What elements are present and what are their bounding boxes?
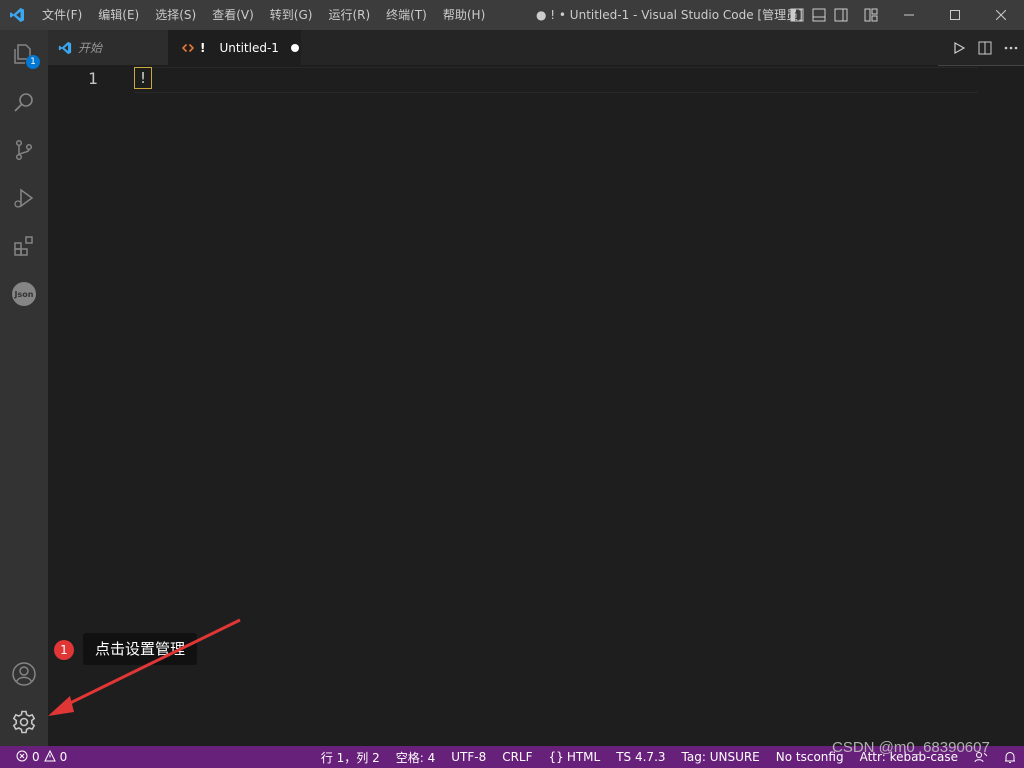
search-icon[interactable] [0, 78, 48, 126]
explorer-badge: 1 [26, 55, 40, 69]
indentation[interactable]: 空格: 4 [388, 749, 444, 766]
toggle-primary-sidebar-icon[interactable] [788, 0, 806, 30]
watermark: CSDN @m0_68390607 [832, 739, 990, 756]
customize-layout-icon[interactable] [862, 0, 880, 30]
layout-controls [788, 0, 880, 30]
error-count: 0 [32, 750, 40, 764]
tab-untitled-1[interactable]: ! Untitled-1 [168, 30, 301, 65]
notifications-bell-icon[interactable] [996, 751, 1024, 764]
menu-file[interactable]: 文件(F) [34, 0, 90, 30]
split-editor-icon[interactable] [972, 30, 998, 65]
annotation-number: 1 [54, 640, 74, 660]
warning-icon [43, 749, 56, 765]
language-label: HTML [566, 750, 601, 764]
toggle-secondary-sidebar-icon[interactable] [832, 0, 850, 30]
manage-gear-icon[interactable] [0, 698, 48, 746]
explorer-icon[interactable]: 1 [0, 30, 48, 78]
menu-selection[interactable]: 选择(S) [147, 0, 204, 30]
code-line-text[interactable]: ! [134, 67, 152, 89]
close-icon[interactable] [978, 0, 1024, 30]
braces-icon: {} [548, 750, 564, 764]
menu-bar: 文件(F) 编辑(E) 选择(S) 查看(V) 转到(G) 运行(R) 终端(T… [34, 0, 493, 30]
extensions-icon[interactable] [0, 222, 48, 270]
tag-case[interactable]: Tag: UNSURE [674, 750, 768, 764]
window-title: ● ! • Untitled-1 - Visual Studio Code [管… [536, 8, 803, 22]
html-file-icon [182, 42, 194, 54]
cursor-position[interactable]: 行 1，列 2 [313, 749, 388, 766]
toggle-panel-icon[interactable] [810, 0, 828, 30]
vscode-logo-icon [0, 0, 34, 30]
more-actions-icon[interactable] [998, 30, 1024, 65]
tab-untitled-label: Untitled-1 [219, 40, 279, 55]
title-bar: 文件(F) 编辑(E) 选择(S) 查看(V) 转到(G) 运行(R) 终端(T… [0, 0, 1024, 30]
menu-edit[interactable]: 编辑(E) [90, 0, 147, 30]
unsaved-dot-icon[interactable] [290, 43, 299, 52]
menu-view[interactable]: 查看(V) [204, 0, 262, 30]
menu-run[interactable]: 运行(R) [320, 0, 378, 30]
minimize-icon[interactable] [886, 0, 932, 30]
current-line-highlight [134, 67, 978, 93]
menu-help[interactable]: 帮助(H) [435, 0, 493, 30]
problems-indicator[interactable]: 0 0 [0, 749, 68, 765]
editor-actions [946, 30, 1024, 65]
run-file-icon[interactable] [946, 30, 972, 65]
maximize-icon[interactable] [932, 0, 978, 30]
tab-prefix: ! [200, 40, 206, 55]
tab-start[interactable]: 开始 [48, 30, 168, 65]
tab-start-label: 开始 [78, 41, 103, 55]
menu-go[interactable]: 转到(G) [262, 0, 321, 30]
warning-count: 0 [59, 750, 68, 764]
ts-version[interactable]: TS 4.7.3 [608, 750, 673, 764]
line-number: 1 [88, 69, 98, 88]
end-of-line[interactable]: CRLF [494, 750, 540, 764]
menu-terminal[interactable]: 终端(T) [378, 0, 435, 30]
language-mode[interactable]: {} HTML [541, 750, 609, 764]
encoding[interactable]: UTF-8 [443, 750, 494, 764]
vscode-logo-icon [58, 41, 72, 55]
accounts-icon[interactable] [0, 650, 48, 698]
activity-bar: 1 Json [0, 30, 48, 746]
annotation-label: 点击设置管理 [83, 633, 197, 665]
run-debug-icon[interactable] [0, 174, 48, 222]
tab-bar: 开始 ! Untitled-1 [48, 30, 1024, 65]
error-icon [16, 750, 28, 765]
source-control-icon[interactable] [0, 126, 48, 174]
json-tool-icon[interactable]: Json [0, 270, 48, 318]
window-controls [886, 0, 1024, 30]
